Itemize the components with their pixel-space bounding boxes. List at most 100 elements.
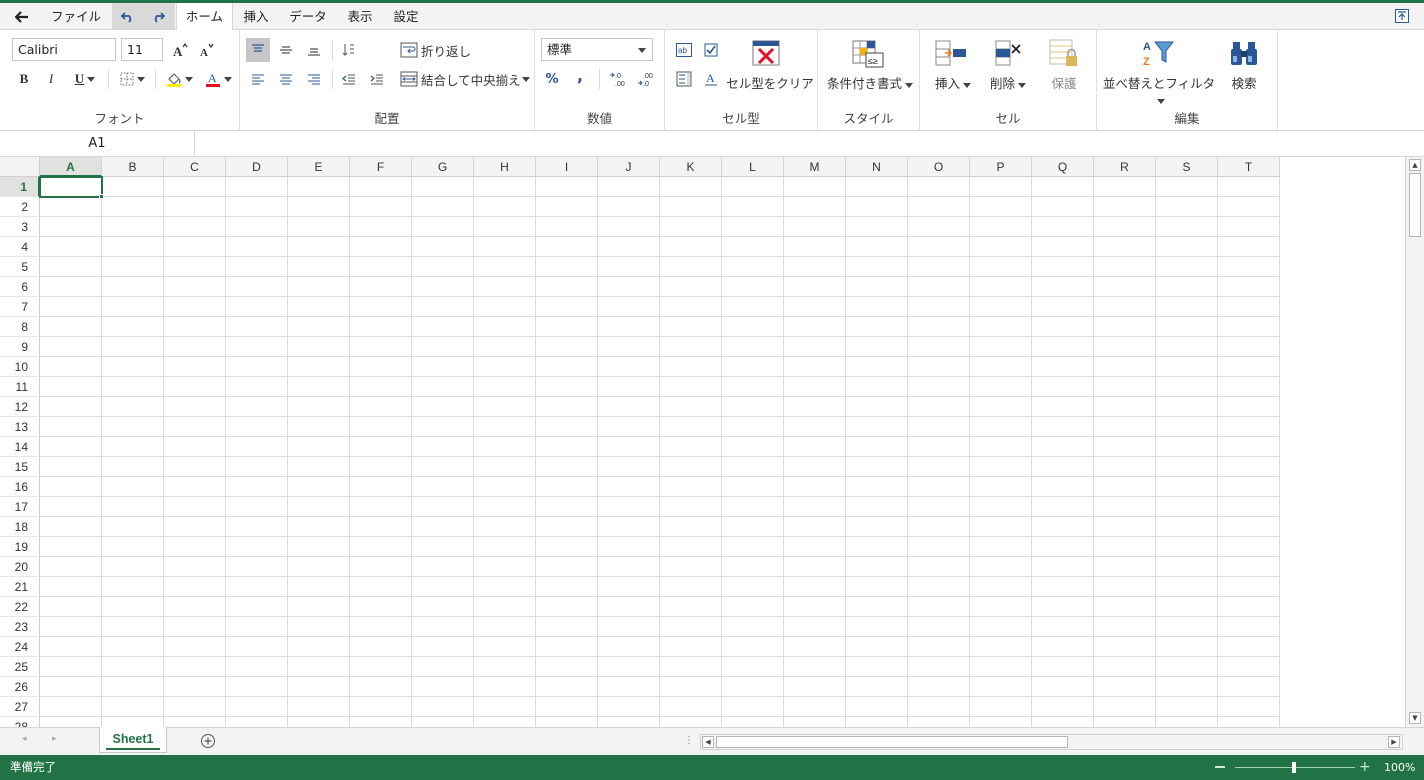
row-header[interactable]: 7 xyxy=(0,297,40,317)
row-header[interactable]: 23 xyxy=(0,617,40,637)
column-header[interactable]: S xyxy=(1156,157,1218,177)
sort-filter-button[interactable]: 並べ替えとフィルタ xyxy=(1099,73,1219,92)
row-header[interactable]: 19 xyxy=(0,537,40,557)
align-top-button[interactable] xyxy=(246,38,270,62)
row-header[interactable]: 20 xyxy=(0,557,40,577)
delete-cells-icon-button[interactable] xyxy=(990,38,1024,68)
sort-filter-chevron-icon[interactable] xyxy=(1154,93,1165,107)
increase-indent-button[interactable] xyxy=(365,67,389,91)
row-header[interactable]: 14 xyxy=(0,437,40,457)
formula-input[interactable] xyxy=(196,131,1424,156)
menu-data[interactable]: データ xyxy=(286,3,330,30)
textbox-cell-button[interactable]: ab xyxy=(673,38,695,62)
column-header[interactable]: B xyxy=(102,157,164,177)
splitter-handle[interactable]: ⋮ xyxy=(684,735,694,746)
column-header[interactable]: Q xyxy=(1032,157,1094,177)
checkbox-cell-button[interactable] xyxy=(700,38,722,62)
font-name-input[interactable]: Calibri xyxy=(12,38,116,61)
font-size-input[interactable]: 11 xyxy=(121,38,163,61)
row-header[interactable]: 17 xyxy=(0,497,40,517)
undo-button[interactable] xyxy=(114,3,142,30)
italic-button[interactable]: I xyxy=(40,67,62,91)
wrap-text-button[interactable]: 折り返し xyxy=(400,38,480,62)
name-box[interactable]: A1 xyxy=(0,131,195,156)
horizontal-scrollbar[interactable]: ◀ ▶ xyxy=(700,734,1403,750)
column-header[interactable]: J xyxy=(598,157,660,177)
zoom-slider-thumb[interactable] xyxy=(1292,762,1296,773)
scroll-right-button[interactable]: ▶ xyxy=(1388,736,1400,748)
column-header[interactable]: K xyxy=(660,157,722,177)
column-header[interactable]: D xyxy=(226,157,288,177)
back-button[interactable] xyxy=(8,3,36,30)
list-cell-button[interactable] xyxy=(673,67,695,91)
vertical-scrollbar[interactable]: ▲ ▼ xyxy=(1405,157,1424,727)
align-right-button[interactable] xyxy=(302,67,326,91)
conditional-format-icon-button[interactable]: ≤≥ xyxy=(850,38,886,70)
row-header[interactable]: 10 xyxy=(0,357,40,377)
clear-cell-type-button[interactable] xyxy=(750,38,782,68)
insert-cells-icon-button[interactable] xyxy=(934,38,968,68)
vertical-scroll-thumb[interactable] xyxy=(1409,173,1421,237)
find-button[interactable]: 検索 xyxy=(1224,73,1264,92)
increase-decimal-button[interactable]: .0.00 xyxy=(607,67,631,91)
collapse-ribbon-button[interactable] xyxy=(1392,3,1412,30)
column-header[interactable]: R xyxy=(1094,157,1156,177)
column-header[interactable]: A xyxy=(40,157,102,177)
merge-center-button[interactable]: 結合して中央揃え xyxy=(400,67,532,91)
insert-cells-button[interactable]: 挿入 xyxy=(928,73,978,92)
hyperlink-cell-button[interactable]: A xyxy=(700,67,722,91)
select-all-corner[interactable] xyxy=(0,157,40,177)
row-header[interactable]: 24 xyxy=(0,637,40,657)
align-left-button[interactable] xyxy=(246,67,270,91)
row-header[interactable]: 15 xyxy=(0,457,40,477)
align-middle-button[interactable] xyxy=(274,38,298,62)
row-header[interactable]: 25 xyxy=(0,657,40,677)
row-header[interactable]: 11 xyxy=(0,377,40,397)
column-header[interactable]: L xyxy=(722,157,784,177)
next-sheet-button[interactable]: ▸ xyxy=(52,734,57,744)
bold-button[interactable]: B xyxy=(13,67,35,91)
row-header[interactable]: 28 xyxy=(0,717,40,727)
borders-button[interactable] xyxy=(114,67,150,91)
scroll-left-button[interactable]: ◀ xyxy=(702,736,714,748)
column-header[interactable]: N xyxy=(846,157,908,177)
delete-cells-button[interactable]: 削除 xyxy=(983,73,1033,92)
scroll-up-button[interactable]: ▲ xyxy=(1409,159,1421,171)
sort-filter-icon-button[interactable]: AZ xyxy=(1141,38,1175,68)
row-header[interactable]: 8 xyxy=(0,317,40,337)
align-center-button[interactable] xyxy=(274,67,298,91)
column-header[interactable]: E xyxy=(288,157,350,177)
row-header[interactable]: 27 xyxy=(0,697,40,717)
row-header[interactable]: 26 xyxy=(0,677,40,697)
row-header[interactable]: 6 xyxy=(0,277,40,297)
row-header[interactable]: 4 xyxy=(0,237,40,257)
align-bottom-button[interactable] xyxy=(302,38,326,62)
row-header[interactable]: 13 xyxy=(0,417,40,437)
row-header[interactable]: 18 xyxy=(0,517,40,537)
font-color-button[interactable]: A xyxy=(200,67,236,91)
column-header[interactable]: O xyxy=(908,157,970,177)
horizontal-scroll-thumb[interactable] xyxy=(716,736,1068,748)
comma-style-button[interactable]: , xyxy=(569,63,591,87)
row-header[interactable]: 22 xyxy=(0,597,40,617)
column-header[interactable]: H xyxy=(474,157,536,177)
row-header[interactable]: 16 xyxy=(0,477,40,497)
row-header[interactable]: 12 xyxy=(0,397,40,417)
menu-settings[interactable]: 設定 xyxy=(390,3,422,30)
menu-insert[interactable]: 挿入 xyxy=(240,3,272,30)
percent-button[interactable]: % xyxy=(541,67,563,91)
fill-handle[interactable] xyxy=(99,194,104,199)
row-header[interactable]: 5 xyxy=(0,257,40,277)
add-sheet-button[interactable] xyxy=(200,733,216,752)
menu-view[interactable]: 表示 xyxy=(344,3,376,30)
column-header[interactable]: M xyxy=(784,157,846,177)
conditional-format-button[interactable]: 条件付き書式 xyxy=(824,73,916,92)
row-header[interactable]: 3 xyxy=(0,217,40,237)
row-header[interactable]: 2 xyxy=(0,197,40,217)
cell-grid[interactable] xyxy=(40,177,1280,727)
decrease-decimal-button[interactable]: .00.0 xyxy=(635,67,659,91)
row-header[interactable]: 1 xyxy=(0,177,40,197)
text-direction-button[interactable] xyxy=(337,38,361,62)
zoom-out-button[interactable] xyxy=(1215,766,1225,768)
increase-font-button[interactable]: A xyxy=(170,38,190,62)
